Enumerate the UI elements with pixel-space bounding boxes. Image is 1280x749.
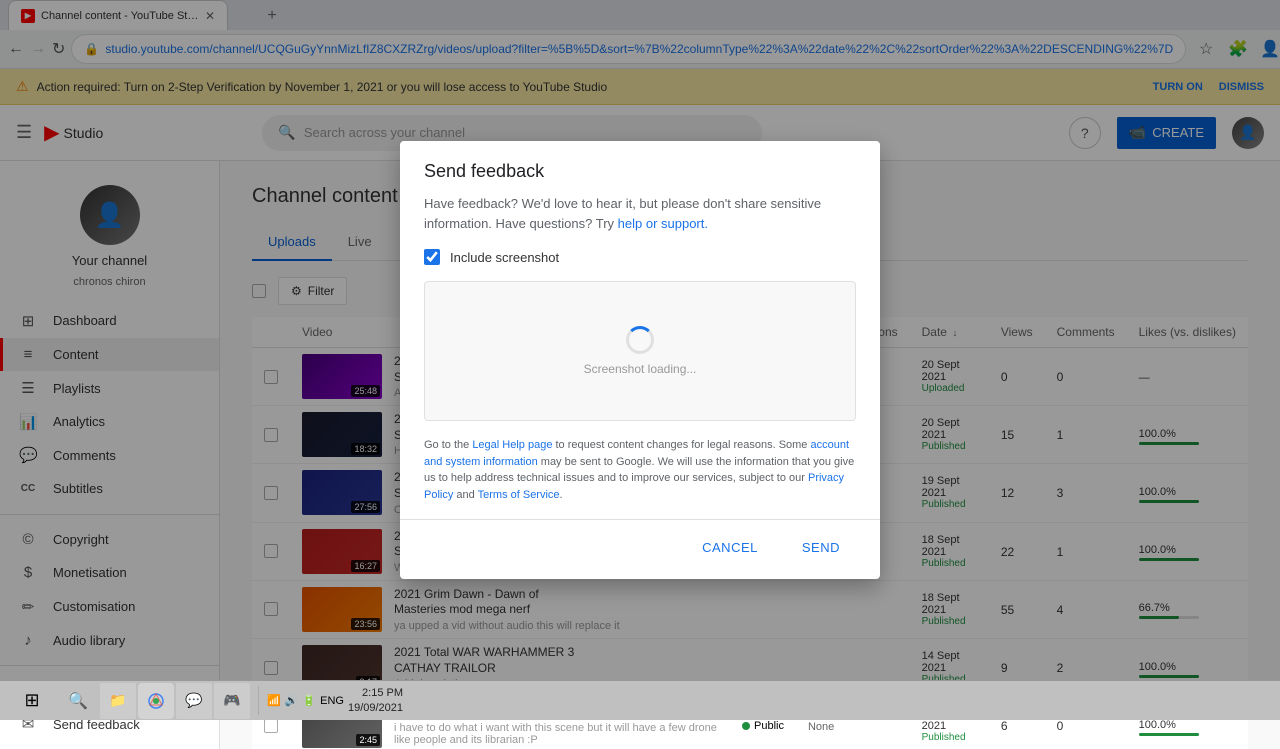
video-duration: 2:45 bbox=[356, 734, 380, 746]
date-status: Published bbox=[922, 732, 977, 743]
network-icon: 📶 bbox=[267, 694, 281, 707]
date-display: 19/09/2021 bbox=[348, 701, 403, 715]
taskbar-discord[interactable]: 💬 bbox=[176, 683, 212, 719]
likes-bar-bg bbox=[1139, 733, 1199, 736]
restriction-label: None bbox=[808, 721, 834, 733]
taskbar-clock: 2:15 PM 19/09/2021 bbox=[348, 686, 403, 715]
modal-legal-text: Go to the Legal Help page to request con… bbox=[424, 437, 856, 503]
send-button[interactable]: SEND bbox=[786, 532, 856, 563]
send-feedback-modal: Send feedback Have feedback? We'd love t… bbox=[400, 141, 880, 579]
taskbar-file-explorer[interactable]: 📁 bbox=[100, 683, 136, 719]
cancel-button[interactable]: CANCEL bbox=[686, 532, 774, 563]
status-text: Public bbox=[754, 720, 784, 732]
taskbar-chrome[interactable] bbox=[138, 683, 174, 719]
terms-link[interactable]: Terms of Service bbox=[478, 489, 560, 501]
start-button[interactable]: ⊞ bbox=[8, 683, 56, 719]
taskbar-game[interactable]: 🎮 bbox=[214, 683, 250, 719]
time-display: 2:15 PM bbox=[348, 686, 403, 700]
battery-icon: 🔋 bbox=[302, 694, 316, 707]
loading-text: Screenshot loading... bbox=[584, 362, 697, 376]
video-description: i have to do what i want with this scene… bbox=[394, 722, 718, 746]
legal-help-link[interactable]: Legal Help page bbox=[472, 439, 552, 451]
taskbar-search-icon[interactable]: 🔍 bbox=[60, 683, 96, 719]
help-link[interactable]: help or support. bbox=[618, 216, 708, 231]
taskbar-app-icons: 📁 💬 🎮 bbox=[100, 683, 250, 719]
include-screenshot-checkbox[interactable] bbox=[424, 249, 440, 265]
modal-body: Have feedback? We'd love to hear it, but… bbox=[400, 194, 880, 519]
lang-indicator: ENG bbox=[320, 695, 344, 707]
likes-percentage: 100.0% bbox=[1139, 719, 1176, 731]
modal-title: Send feedback bbox=[424, 161, 856, 182]
comment-count: 0 bbox=[1057, 719, 1064, 733]
modal-description: Have feedback? We'd love to hear it, but… bbox=[424, 194, 856, 233]
view-count: 6 bbox=[1001, 719, 1008, 733]
include-screenshot-label: Include screenshot bbox=[450, 250, 559, 265]
screenshot-checkbox-row: Include screenshot bbox=[424, 249, 856, 265]
status-dot bbox=[742, 722, 750, 730]
row-checkbox[interactable] bbox=[264, 719, 278, 733]
modal-footer: CANCEL SEND bbox=[400, 519, 880, 579]
likes-bar-fill bbox=[1139, 733, 1199, 736]
modal-overlay: Send feedback Have feedback? We'd love t… bbox=[0, 0, 1280, 720]
modal-header: Send feedback bbox=[400, 141, 880, 194]
taskbar-system-tray: 📶 🔊 🔋 ENG 2:15 PM 19/09/2021 bbox=[258, 686, 411, 715]
screenshot-preview-area: Screenshot loading... bbox=[424, 281, 856, 421]
status-badge: Public bbox=[742, 720, 784, 732]
taskbar: ⊞ 🔍 📁 💬 🎮 📶 🔊 🔋 ENG 2:15 PM 19/09/2021 bbox=[0, 680, 1280, 720]
loading-spinner bbox=[626, 326, 654, 354]
sound-icon: 🔊 bbox=[285, 694, 299, 707]
